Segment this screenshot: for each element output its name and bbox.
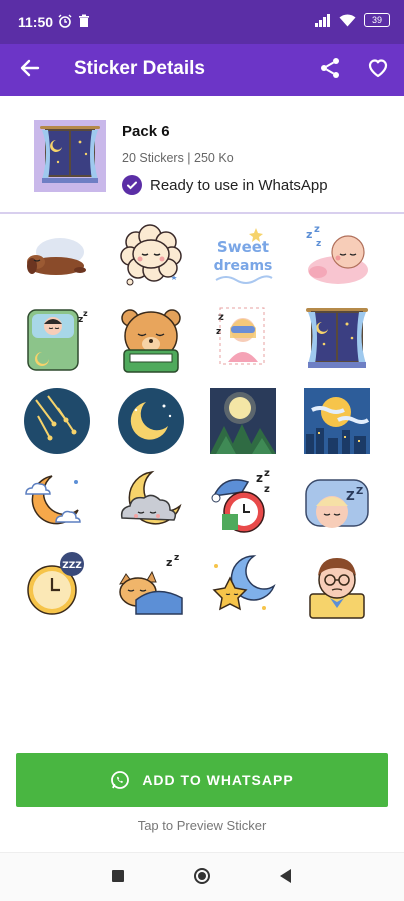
status-bar: 11:50 39 [0,0,404,44]
svg-text:z: z [83,309,88,318]
svg-text:z: z [218,312,224,323]
sticker-zzz-clock[interactable]: ZZZ [22,550,92,620]
sticker-alarm-clock-nightcap[interactable]: zzz [208,468,278,538]
pack-thumbnail [34,120,106,192]
preview-hint: Tap to Preview Sticker [137,818,267,833]
home-circle-icon[interactable] [194,868,210,884]
sticker-sleeping-cat[interactable]: zz [116,550,186,620]
back-arrow-icon[interactable] [18,56,42,80]
sticker-star-moon[interactable] [208,550,278,620]
sticker-full-moon-city[interactable] [302,386,372,456]
pack-header: Pack 6 20 Stickers | 250 Ko Ready to use… [0,96,404,214]
divider [0,212,404,214]
svg-text:ZZZ: ZZZ [62,561,82,571]
add-to-whatsapp-label: ADD TO WHATSAPP [142,772,294,788]
svg-text:z: z [264,468,270,479]
window-thumbnail-icon [34,120,106,192]
add-to-whatsapp-button[interactable]: ADD TO WHATSAPP [16,753,388,807]
check-circle-icon [122,175,142,195]
sticker-sleeping-dog[interactable] [22,222,92,292]
recents-square-icon[interactable] [112,870,124,882]
trash-icon [79,14,89,27]
svg-text:z: z [264,484,270,495]
page-title: Sticker Details [74,58,205,79]
pack-status: Ready to use in WhatsApp [122,175,328,195]
sticker-girl-sleep-mask[interactable]: zz [208,304,278,374]
svg-text:z: z [316,239,321,249]
battery-indicator: 39 [364,13,390,27]
svg-text:z: z [306,228,312,241]
svg-text:z: z [314,224,320,235]
app-bar: Sticker Details [0,44,404,96]
sticker-sleeping-face-pillow[interactable]: ZZ [302,468,372,538]
sticker-sleeping-sheep-cloud[interactable] [116,222,186,292]
system-nav-bar [0,852,404,901]
sticker-sweet-dreams-text[interactable]: Sweet dreams [208,222,278,292]
svg-text:z: z [174,553,179,563]
alarm-icon [58,14,72,28]
sticker-moon-forest[interactable] [208,386,278,456]
sticker-sleeping-cloud[interactable] [116,468,186,538]
svg-text:z: z [166,556,172,569]
svg-text:Z: Z [346,489,355,503]
pack-name: Pack 6 [122,123,170,140]
sticker-night-window[interactable] [302,304,372,374]
sticker-sleeping-baby[interactable]: zzz [302,222,372,292]
sticker-tired-man[interactable] [302,550,372,620]
svg-text:Z: Z [356,486,363,497]
sweet-text: Sweet [217,238,269,256]
wifi-icon [339,14,356,26]
sticker-bear-in-bed[interactable] [116,304,186,374]
signal-icon [315,13,330,27]
status-time: 11:50 [18,14,54,30]
sticker-shooting-stars[interactable] [22,386,92,456]
favorite-heart-icon[interactable] [366,56,390,80]
back-triangle-icon[interactable] [280,869,291,883]
pack-meta: 20 Stickers | 250 Ko [122,151,234,165]
pack-status-label: Ready to use in WhatsApp [150,176,328,194]
sticker-moon-clouds[interactable] [22,468,92,538]
sticker-crescent-moon-circle[interactable] [116,386,186,456]
share-icon[interactable] [318,56,342,80]
whatsapp-icon [111,771,130,789]
sticker-girl-in-bed[interactable]: zz [22,304,92,374]
svg-text:z: z [256,471,263,485]
dreams-text: dreams [214,258,273,274]
